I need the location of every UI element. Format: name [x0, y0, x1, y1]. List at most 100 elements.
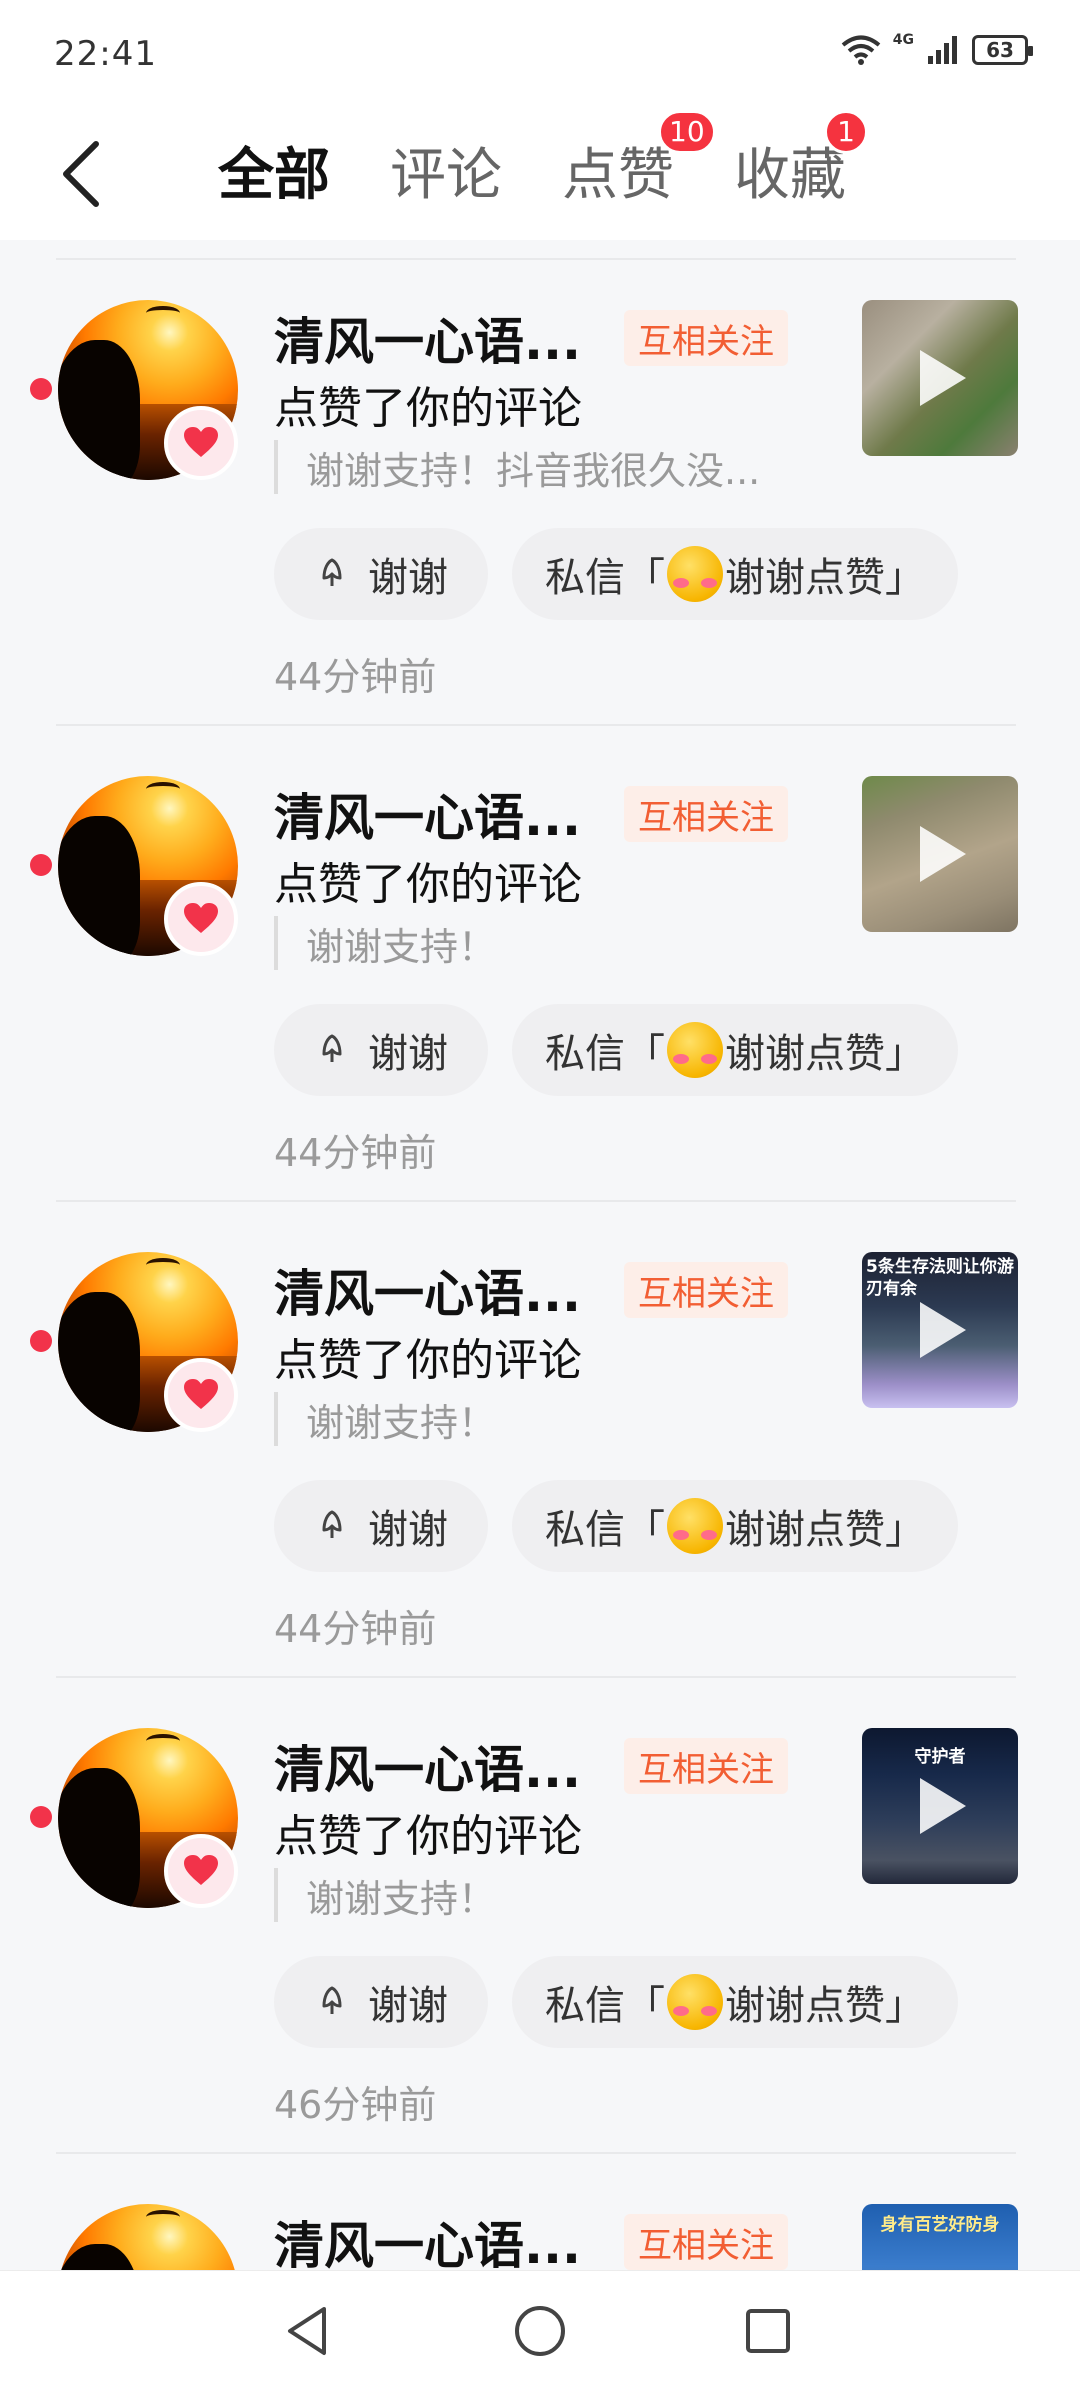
thanks-label: 谢谢 [368, 1031, 448, 1077]
battery-icon: 63 [972, 35, 1033, 65]
message-prefix: 私信「 [545, 1031, 665, 1077]
mutual-follow-badge: 互相关注 [624, 1738, 788, 1794]
username[interactable]: 清风一心语... [274, 302, 581, 374]
thanks-label: 谢谢 [368, 555, 448, 601]
thanks-button[interactable]: 谢谢 [274, 1480, 488, 1572]
status-bar: 22:41 4G 63 [0, 0, 1080, 110]
message-prefix: 私信「 [545, 555, 665, 601]
private-message-button[interactable]: 私信「 谢谢点赞」 [512, 1956, 958, 2048]
comment-quote[interactable]: 谢谢支持！ [274, 1392, 496, 1446]
flower-icon [322, 1510, 342, 1538]
tab-label: 评论 [390, 142, 502, 208]
flower-icon [322, 1034, 342, 1062]
divider [56, 724, 1016, 726]
thumbnail-text: 守护者 [914, 1747, 966, 1767]
heart-icon [164, 1834, 238, 1908]
tab-label: 点赞 [562, 142, 674, 208]
play-icon [920, 1778, 966, 1834]
signal-icon [928, 36, 957, 64]
message-suffix: 谢谢点赞」 [725, 1507, 925, 1553]
private-message-button[interactable]: 私信「 谢谢点赞」 [512, 1480, 958, 1572]
tab-favorites[interactable]: 收藏 1 [734, 109, 868, 211]
notification-item[interactable]: 清风一心语... 互相关注 点赞了你的评论 谢谢支持！抖音我很久没... 谢谢 … [0, 260, 1080, 736]
action-text: 点赞了你的评论 [274, 1335, 582, 1386]
comment-quote[interactable]: 谢谢支持！ [274, 916, 496, 970]
mutual-follow-badge: 互相关注 [624, 786, 788, 842]
play-icon [920, 350, 966, 406]
action-text: 点赞了你的评论 [274, 383, 582, 434]
play-icon [920, 826, 966, 882]
thumbnail-text: 身有百艺好防身 [880, 2215, 1000, 2235]
divider [56, 2152, 1016, 2154]
action-text: 点赞了你的评论 [274, 1811, 582, 1862]
flower-icon [322, 558, 342, 586]
back-button[interactable] [48, 126, 118, 216]
triangle-back-icon [288, 2307, 326, 2355]
message-suffix: 谢谢点赞」 [725, 1983, 925, 2029]
battery-level: 63 [986, 38, 1014, 62]
network-label: 4G [892, 32, 914, 48]
avatar[interactable] [58, 2204, 238, 2270]
mutual-follow-badge: 互相关注 [624, 310, 788, 366]
heart-icon [164, 1358, 238, 1432]
notification-item[interactable]: 清风一心语... 互相关注 点赞了你的评论 谢谢支持！ 5条生存法则让你游刃有余… [0, 1212, 1080, 1688]
flower-icon [322, 1986, 342, 2014]
video-thumbnail[interactable] [862, 776, 1018, 932]
status-icons: 4G 63 [841, 32, 1033, 66]
tab-likes[interactable]: 点赞 10 [562, 109, 716, 211]
notification-item[interactable]: 清风一心语... 互相关注 身有百艺好防身 [0, 2164, 1080, 2270]
thanks-button[interactable]: 谢谢 [274, 1956, 488, 2048]
mutual-follow-badge: 互相关注 [624, 2214, 788, 2270]
back-arrow-icon [63, 141, 99, 207]
timestamp: 44分钟前 [274, 1131, 437, 1175]
nav-home-button[interactable] [508, 2299, 572, 2363]
system-navigation-bar [0, 2270, 1080, 2389]
username[interactable]: 清风一心语... [274, 1730, 581, 1802]
divider [56, 1200, 1016, 1202]
thanks-button[interactable]: 谢谢 [274, 1004, 488, 1096]
username[interactable]: 清风一心语... [274, 2206, 581, 2270]
unread-dot [30, 854, 52, 876]
unread-dot [30, 1330, 52, 1352]
username[interactable]: 清风一心语... [274, 778, 581, 850]
message-prefix: 私信「 [545, 1507, 665, 1553]
blushing-emoji-icon [667, 546, 723, 602]
blushing-emoji-icon [667, 1498, 723, 1554]
tab-label: 收藏 [734, 142, 846, 208]
video-thumbnail[interactable]: 5条生存法则让你游刃有余 [862, 1252, 1018, 1408]
thanks-label: 谢谢 [368, 1507, 448, 1553]
tab-all[interactable]: 全部 [218, 130, 330, 211]
unread-dot [30, 1806, 52, 1828]
comment-quote[interactable]: 谢谢支持！ [274, 1868, 496, 1922]
notification-item[interactable]: 清风一心语... 互相关注 点赞了你的评论 谢谢支持！ 守护者 谢谢 私信「 谢… [0, 1688, 1080, 2164]
video-thumbnail[interactable] [862, 300, 1018, 456]
video-thumbnail[interactable]: 守护者 [862, 1728, 1018, 1884]
unread-dot [30, 378, 52, 400]
mutual-follow-badge: 互相关注 [624, 1262, 788, 1318]
heart-icon [164, 882, 238, 956]
play-icon [920, 1302, 966, 1358]
video-thumbnail[interactable]: 身有百艺好防身 [862, 2204, 1018, 2270]
thanks-button[interactable]: 谢谢 [274, 528, 488, 620]
private-message-button[interactable]: 私信「 谢谢点赞」 [512, 1004, 958, 1096]
tab-comments[interactable]: 评论 [390, 130, 502, 211]
wifi-icon [841, 35, 881, 65]
heart-icon [164, 406, 238, 480]
comment-quote[interactable]: 谢谢支持！抖音我很久没... [274, 440, 760, 494]
message-prefix: 私信「 [545, 1983, 665, 2029]
circle-home-icon [515, 2306, 565, 2356]
header: 全部 评论 点赞 10 收藏 1 [0, 109, 1080, 240]
nav-back-button[interactable] [276, 2299, 340, 2363]
divider [56, 1676, 1016, 1678]
favorites-count-badge: 1 [824, 109, 868, 154]
timestamp: 44分钟前 [274, 1607, 437, 1651]
action-text: 点赞了你的评论 [274, 859, 582, 910]
nav-recent-button[interactable] [736, 2299, 800, 2363]
username[interactable]: 清风一心语... [274, 1254, 581, 1326]
private-message-button[interactable]: 私信「 谢谢点赞」 [512, 528, 958, 620]
message-suffix: 谢谢点赞」 [725, 555, 925, 601]
square-recent-icon [746, 2309, 790, 2353]
notification-item[interactable]: 清风一心语... 互相关注 点赞了你的评论 谢谢支持！ 谢谢 私信「 谢谢点赞」… [0, 736, 1080, 1212]
timestamp: 44分钟前 [274, 655, 437, 699]
thumbnail-text: 5条生存法则让你游刃有余 [866, 1257, 1014, 1299]
